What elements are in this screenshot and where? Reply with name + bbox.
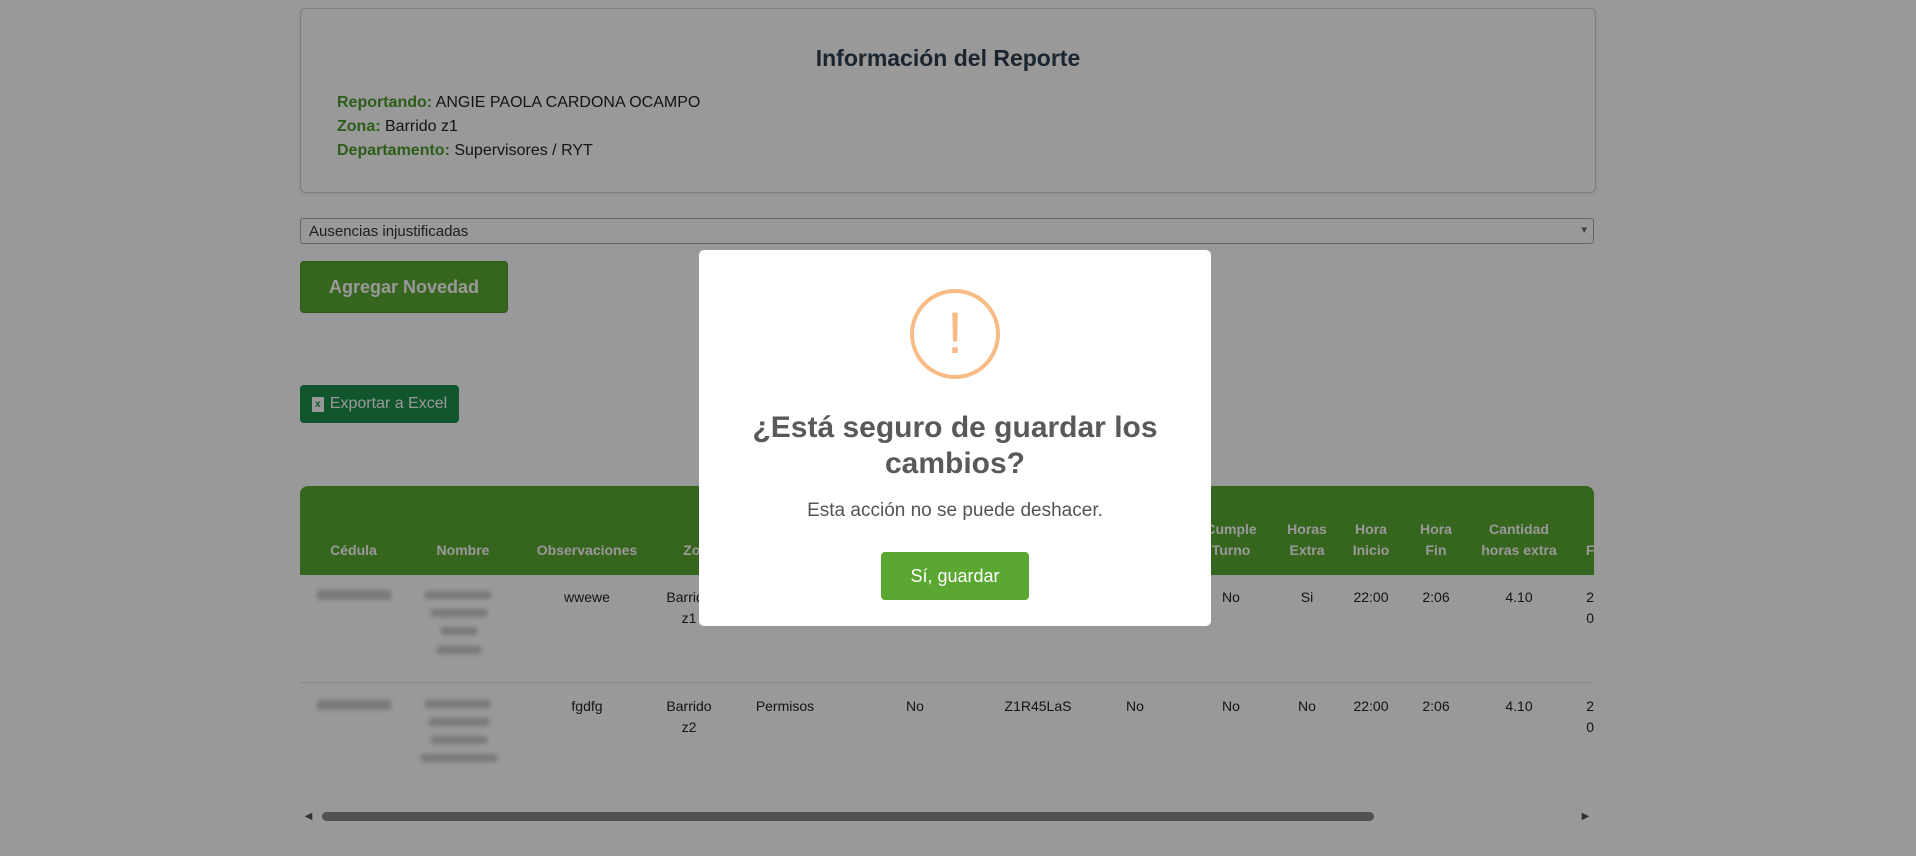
confirm-save-button[interactable]: Sí, guardar [881,552,1029,600]
warning-icon: ! [910,289,1000,379]
exclamation-mark: ! [946,301,964,366]
dialog-message: Esta acción no se puede deshacer. [807,500,1103,521]
dialog-title: ¿Está seguro de guardar los cambios? [752,411,1158,480]
confirm-dialog: ! ¿Está seguro de guardar los cambios? E… [699,250,1211,626]
